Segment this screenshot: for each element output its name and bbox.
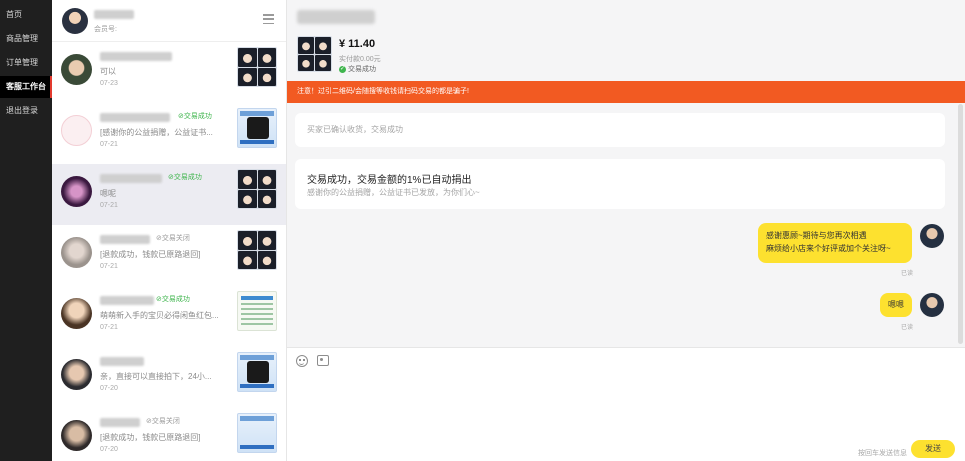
last-message: [退款成功，钱款已原路退回] (100, 433, 201, 442)
contact-name-redacted (100, 418, 140, 427)
avatar (920, 293, 944, 317)
send-hint: 按回车发送信息 (858, 450, 907, 457)
item-thumbnail (237, 47, 277, 87)
message-composer[interactable]: 按回车发送信息 发送 (287, 347, 965, 461)
contact-name-redacted (100, 235, 150, 244)
read-receipt: 已读 (900, 325, 913, 331)
message-date: 07-21 (100, 263, 118, 270)
nav-item-orders[interactable]: 订单管理 (0, 52, 52, 74)
last-message: 嗯呢 (100, 189, 116, 198)
message-date: 07-20 (100, 446, 118, 453)
message-date: 07-21 (100, 141, 118, 148)
conversation-item[interactable]: ⊘交易关闭 [退款成功，钱款已原路退回] 07-20 (52, 408, 286, 461)
conversation-item[interactable]: 可以 07-23 (52, 42, 286, 103)
system-message-subtitle: 感谢你的公益捐赠，公益证书已发放，为你们心~ (307, 188, 480, 197)
order-status-label: 交易成功 (348, 66, 376, 73)
message-bubble: 感谢惠顾~期待与您再次相遇 麻烦给小店来个好评或加个关注呀~ (758, 223, 912, 263)
nav-item-products[interactable]: 商品管理 (0, 28, 52, 50)
system-message-card: 交易成功，交易金额的1%已自动捐出 感谢你的公益捐赠，公益证书已发放，为你们心~ (295, 159, 945, 209)
system-message: 买家已确认收货，交易成功 (295, 113, 945, 147)
nav-item-logout[interactable]: 退出登录 (0, 100, 52, 122)
status-badge: ⊘交易关闭 (146, 418, 180, 425)
chat-scrollbar[interactable] (958, 104, 963, 344)
message-line: 麻烦给小店来个好评或加个关注呀~ (766, 244, 891, 253)
last-message: 亲，直接可以直接拍下，24小... (100, 372, 212, 381)
conversation-item[interactable]: 亲，直接可以直接拍下，24小... 07-20 (52, 347, 286, 408)
message-date: 07-21 (100, 324, 118, 331)
message-line: 感谢惠顾~期待与您再次相遇 (766, 231, 867, 240)
member-id-label: 会员号: (94, 26, 117, 33)
last-message: [退款成功，钱款已原路退回] (100, 250, 201, 259)
chat-contact-name-redacted (297, 10, 375, 24)
avatar (920, 224, 944, 248)
order-paid: 实付款0.00元 (339, 56, 381, 63)
status-badge: ⊘交易关闭 (156, 235, 190, 242)
send-button[interactable]: 发送 (911, 440, 955, 458)
status-badge: ⊘交易成功 (178, 113, 212, 120)
contact-name-redacted (100, 296, 154, 305)
avatar (61, 420, 92, 451)
message-bubble: 嗯嗯 (880, 293, 912, 317)
order-price: ¥ 11.40 (339, 38, 376, 50)
avatar (61, 54, 92, 85)
conversation-item-selected[interactable]: ⊘交易成功 嗯呢 07-21 (52, 164, 286, 225)
contact-name-redacted (100, 113, 170, 122)
order-thumbnail (297, 36, 332, 72)
chat-panel: ¥ 11.40 实付款0.00元 ✓ 交易成功 注意！过引二维码/会随搜等收钱请… (287, 0, 965, 461)
message-date: 07-20 (100, 385, 118, 392)
contact-name-redacted (100, 52, 172, 61)
last-message: 可以 (100, 67, 116, 76)
menu-icon[interactable] (263, 14, 274, 24)
image-icon[interactable] (317, 355, 329, 366)
conversation-item[interactable]: ⊘交易成功 萌萌新入手的宝贝必得闲鱼红包... 07-21 (52, 286, 286, 347)
last-message: [感谢你的公益捐赠，公益证书... (100, 128, 213, 137)
avatar (61, 298, 92, 329)
read-receipt: 已读 (900, 271, 913, 277)
avatar (61, 176, 92, 207)
message-date: 07-23 (100, 80, 118, 87)
emoji-icon[interactable] (296, 355, 308, 367)
nav-item-home[interactable]: 首页 (0, 4, 52, 26)
main-nav: 首页 商品管理 订单管理 客服工作台 退出登录 (0, 0, 52, 461)
contact-name-redacted (100, 174, 162, 183)
contact-name-redacted (100, 357, 144, 366)
avatar[interactable] (62, 8, 88, 34)
item-thumbnail (237, 291, 277, 331)
app-window: 首页 商品管理 订单管理 客服工作台 退出登录 会员号: 可以 07-23 ⊘交… (0, 0, 965, 461)
system-message-title: 交易成功，交易金额的1%已自动捐出 (307, 175, 472, 186)
check-icon: ✓ (339, 65, 346, 73)
status-badge: ⊘交易成功 (168, 174, 202, 181)
avatar (61, 359, 92, 390)
item-thumbnail (237, 352, 277, 392)
item-thumbnail (237, 169, 277, 209)
item-thumbnail (237, 108, 277, 148)
avatar (61, 115, 92, 146)
nav-item-service-desk[interactable]: 客服工作台 (0, 76, 52, 98)
conversation-item[interactable]: ⊘交易关闭 [退款成功，钱款已原路退回] 07-21 (52, 225, 286, 286)
account-name-redacted (94, 10, 134, 19)
warning-banner: 注意！过引二维码/会随搜等收钱请扫码交易的都是骗子! (287, 81, 965, 103)
avatar (61, 237, 92, 268)
item-thumbnail (237, 230, 277, 270)
order-status: ✓ 交易成功 (339, 64, 376, 74)
status-badge: ⊘交易成功 (156, 296, 190, 303)
conversation-list: 会员号: 可以 07-23 ⊘交易成功 [感谢你的公益捐赠，公益证书... 07… (52, 0, 287, 461)
last-message: 萌萌新入手的宝贝必得闲鱼红包... (100, 311, 219, 320)
message-date: 07-21 (100, 202, 118, 209)
conversation-item[interactable]: ⊘交易成功 [感谢你的公益捐赠，公益证书... 07-21 (52, 103, 286, 164)
item-thumbnail (237, 413, 277, 453)
conversation-list-header: 会员号: (52, 0, 286, 42)
